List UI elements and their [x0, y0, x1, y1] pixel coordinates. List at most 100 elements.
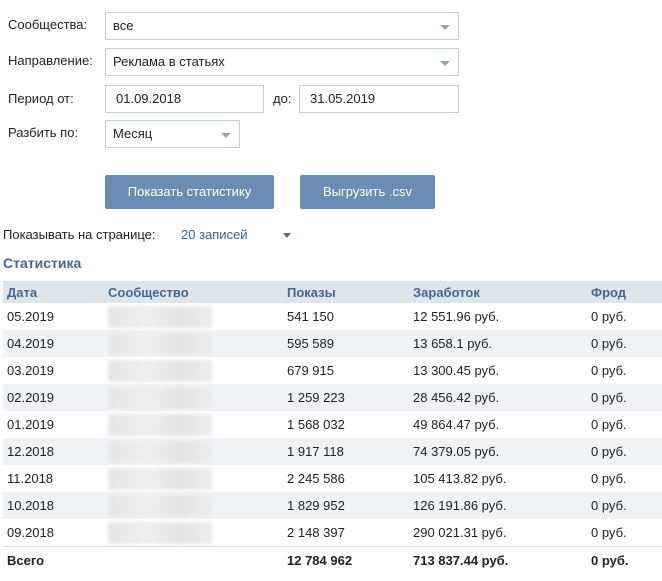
communities-value: все [113, 18, 134, 33]
table-row: 02.2019 1 259 223 28 456.42 руб. 0 руб. [3, 384, 662, 411]
cell-community [104, 384, 283, 411]
cell-date: 03.2019 [7, 363, 54, 378]
cell-views: 595 589 [283, 330, 409, 357]
cell-fraud: 0 руб. [591, 471, 627, 486]
period-from-value: 01.09.2018 [116, 91, 182, 106]
redacted-community-name [108, 521, 212, 544]
period-to-input[interactable]: 31.05.2019 [299, 85, 459, 113]
cell-date: 12.2018 [3, 438, 104, 465]
column-header-date[interactable]: Дата [3, 281, 104, 303]
cell-community [104, 330, 283, 357]
total-earnings: 713 837.44 руб. [409, 546, 587, 574]
period-from-label: Период от: [8, 91, 74, 106]
cell-fraud: 0 руб. [591, 525, 627, 540]
table-header-row: Дата Сообщество Показы Заработок Фрод [3, 281, 662, 303]
table-row: 01.2019 1 568 032 49 864.47 руб. 0 руб. [3, 411, 662, 438]
per-page-label: Показывать на странице: [3, 227, 156, 242]
cell-earnings: 290 021.31 руб. [413, 525, 507, 540]
export-csv-button[interactable]: Выгрузить .csv [300, 175, 435, 209]
total-label: Всего [3, 546, 104, 574]
cell-community [104, 411, 283, 438]
communities-select[interactable]: все [105, 12, 459, 40]
direction-label: Направление: [8, 53, 93, 68]
cell-date: 11.2018 [7, 471, 54, 486]
redacted-community-name [108, 332, 212, 355]
cell-earnings: 74 379.05 руб. [409, 438, 587, 465]
cell-community [104, 357, 283, 384]
table-row: 04.2019 595 589 13 658.1 руб. 0 руб. [3, 330, 662, 357]
cell-views: 1 568 032 [287, 417, 345, 432]
table-row: 09.2018 2 148 397 290 021.31 руб. 0 руб. [3, 519, 662, 547]
cell-fraud: 0 руб. [587, 330, 662, 357]
cell-date: 01.2019 [7, 417, 54, 432]
cell-earnings: 49 864.47 руб. [413, 417, 500, 432]
cell-views: 541 150 [287, 309, 334, 324]
cell-fraud: 0 руб. [591, 417, 627, 432]
cell-fraud: 0 руб. [587, 438, 662, 465]
cell-community [104, 438, 283, 465]
table-row: 12.2018 1 917 118 74 379.05 руб. 0 руб. [3, 438, 662, 465]
show-stats-button[interactable]: Показать статистику [105, 175, 274, 209]
communities-label: Сообщества: [8, 17, 88, 32]
cell-earnings: 13 658.1 руб. [409, 330, 587, 357]
table-total-row: Всего 12 784 962 713 837.44 руб. 0 руб. [3, 546, 662, 574]
table-row: 05.2019 541 150 12 551.96 руб. 0 руб. [3, 303, 662, 330]
column-header-views[interactable]: Показы [283, 281, 409, 303]
direction-select[interactable]: Реклама в статьях [105, 48, 459, 76]
cell-fraud: 0 руб. [587, 384, 662, 411]
cell-views: 2 148 397 [287, 525, 345, 540]
total-views: 12 784 962 [283, 546, 409, 574]
direction-value: Реклама в статьях [113, 54, 225, 69]
period-to-label: до: [273, 91, 292, 106]
cell-earnings: 28 456.42 руб. [409, 384, 587, 411]
redacted-community-name [108, 494, 212, 517]
cell-community [104, 465, 283, 492]
chevron-down-icon [221, 133, 231, 138]
table-row: 11.2018 2 245 586 105 413.82 руб. 0 руб. [3, 465, 662, 492]
cell-views: 1 829 952 [283, 492, 409, 519]
cell-earnings: 126 191.86 руб. [409, 492, 587, 519]
cell-date: 05.2019 [7, 309, 54, 324]
column-header-community[interactable]: Сообщество [104, 281, 283, 303]
redacted-community-name [108, 305, 212, 328]
stats-table: Дата Сообщество Показы Заработок Фрод 05… [3, 281, 662, 574]
split-select[interactable]: Месяц [105, 120, 240, 148]
cell-views: 679 915 [287, 363, 334, 378]
redacted-community-name [108, 440, 212, 463]
column-header-earnings[interactable]: Заработок [409, 281, 587, 303]
redacted-community-name [108, 467, 212, 490]
period-to-value: 31.05.2019 [310, 91, 376, 106]
cell-fraud: 0 руб. [587, 492, 662, 519]
cell-date: 09.2018 [7, 525, 54, 540]
redacted-community-name [108, 413, 212, 436]
cell-fraud: 0 руб. [591, 309, 627, 324]
total-fraud: 0 руб. [587, 546, 662, 574]
stats-title: Статистика [3, 255, 82, 271]
table-row: 10.2018 1 829 952 126 191.86 руб. 0 руб. [3, 492, 662, 519]
redacted-community-name [108, 386, 212, 409]
cell-earnings: 105 413.82 руб. [413, 471, 507, 486]
cell-community [104, 519, 283, 547]
split-value: Месяц [113, 126, 153, 141]
table-row: 03.2019 679 915 13 300.45 руб. 0 руб. [3, 357, 662, 384]
cell-earnings: 12 551.96 руб. [413, 309, 500, 324]
cell-views: 2 245 586 [287, 471, 345, 486]
cell-earnings: 13 300.45 руб. [413, 363, 500, 378]
chevron-down-icon [440, 25, 450, 30]
redacted-community-name [108, 359, 212, 382]
cell-date: 02.2019 [3, 384, 104, 411]
cell-community [104, 303, 283, 330]
chevron-down-icon[interactable] [283, 233, 291, 238]
cell-date: 04.2019 [3, 330, 104, 357]
split-label: Разбить по: [8, 125, 79, 140]
cell-views: 1 917 118 [283, 438, 409, 465]
per-page-select[interactable]: 20 записей [181, 227, 248, 242]
column-header-fraud[interactable]: Фрод [587, 281, 662, 303]
total-community [104, 546, 283, 574]
chevron-down-icon [440, 61, 450, 66]
cell-views: 1 259 223 [283, 384, 409, 411]
cell-community [104, 492, 283, 519]
cell-fraud: 0 руб. [591, 363, 627, 378]
cell-date: 10.2018 [3, 492, 104, 519]
period-from-input[interactable]: 01.09.2018 [105, 85, 264, 113]
